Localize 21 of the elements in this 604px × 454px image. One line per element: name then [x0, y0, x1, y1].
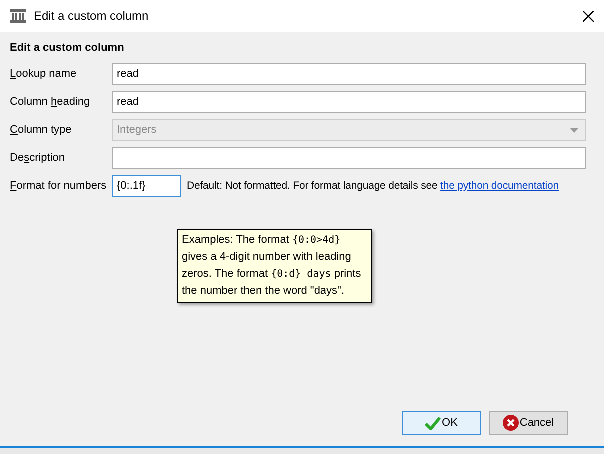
field-label: Format for numbers	[10, 180, 108, 192]
section-heading: Edit a custom column	[10, 42, 126, 54]
cancel-icon	[502, 415, 519, 431]
field-label: Description	[10, 152, 66, 164]
columns-icon	[10, 9, 26, 23]
format-field[interactable]: {0:.1f}	[112, 175, 181, 197]
field-label: Column heading	[10, 96, 92, 108]
field-label: Column type	[10, 124, 73, 136]
field-label: Lookup name	[10, 68, 78, 80]
tooltip: Examples: The format {0:0>4d} gives a 4-digit number with leading zeros. The format {0:d} days prints the number then the word "days".	[177, 229, 372, 303]
format-note: Default: Not formatted. For format language details see the python documentation	[187, 180, 559, 192]
text-field[interactable]: read	[112, 63, 586, 85]
text-field[interactable]: read	[112, 91, 586, 113]
checkmark-icon	[425, 416, 442, 430]
caret-icon	[570, 128, 579, 132]
ok-button[interactable]: OK	[402, 411, 481, 435]
cancel-button[interactable]: Cancel	[489, 411, 568, 435]
documentation-link[interactable]: the python documentation	[440, 180, 559, 192]
window-title: Edit a custom column	[34, 9, 150, 23]
text-field[interactable]	[112, 147, 586, 169]
close-icon[interactable]	[583, 10, 594, 22]
